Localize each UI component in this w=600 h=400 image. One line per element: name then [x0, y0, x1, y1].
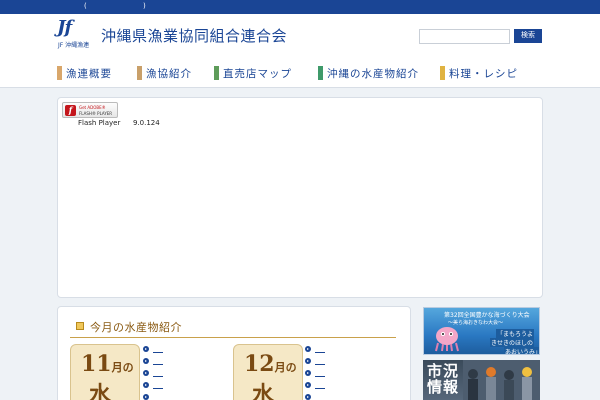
nav-marker-icon	[137, 66, 142, 80]
global-nav: 漁連概要 漁協紹介 直売店マップ 沖縄の水産物紹介 料理・レシピ	[0, 60, 600, 88]
november-links	[143, 345, 173, 400]
arrow-bullet-icon	[305, 394, 311, 400]
arrow-bullet-icon	[143, 394, 149, 400]
banner-slogan-3: あおいうみ」	[504, 347, 539, 354]
logo-mark: Jf	[57, 17, 72, 38]
link-text	[153, 388, 163, 389]
section-title: 今月の水産物紹介	[90, 321, 182, 334]
flash-content-area	[57, 97, 543, 298]
market-info-banner[interactable]: 市況情報	[423, 360, 540, 400]
flash-badge-line1: Get ADOBE®	[79, 105, 106, 110]
list-item[interactable]	[305, 369, 335, 379]
link-text	[153, 352, 163, 353]
flash-badge-line2: FLASH® PLAYER	[79, 111, 113, 116]
arrow-bullet-icon	[143, 346, 149, 352]
top-bar-text-right: )	[143, 2, 146, 10]
link-text	[315, 364, 325, 365]
logo-subtitle: JF 沖縄漁連	[58, 42, 90, 49]
card-kanji: 水	[89, 382, 112, 400]
december-links	[305, 345, 335, 400]
banner-subtitle: 〜美ら海おきなわ大会〜	[448, 320, 504, 326]
seafood-card-november[interactable]: 11月の 水	[70, 344, 140, 400]
jf-logo[interactable]: Jf JF 沖縄漁連	[57, 19, 99, 53]
flash-logo-icon: f	[65, 105, 76, 116]
nav-marker-icon	[318, 66, 323, 80]
list-item[interactable]	[305, 345, 335, 355]
link-text	[315, 388, 325, 389]
flash-player-label: Flash Player	[78, 119, 121, 127]
search-button[interactable]: 検索	[514, 29, 542, 43]
card-kanji: 水	[252, 382, 275, 400]
arrow-bullet-icon	[143, 382, 149, 388]
nav-marker-icon	[214, 66, 219, 80]
arrow-bullet-icon	[305, 346, 311, 352]
list-item[interactable]	[143, 369, 173, 379]
search-input[interactable]	[419, 29, 510, 44]
site-title[interactable]: 沖縄県漁業協同組合連合会	[101, 25, 287, 46]
card-month: 11月の	[81, 351, 134, 377]
nav-item-recipes[interactable]: 料理・レシピ	[440, 65, 518, 81]
list-item[interactable]	[305, 357, 335, 367]
nav-item-cooperatives[interactable]: 漁協紹介	[137, 65, 192, 81]
nav-item-label: 漁連概要	[66, 67, 112, 80]
card-month: 12月の	[244, 351, 297, 377]
nav-item-label: 沖縄の水産物紹介	[327, 67, 419, 80]
flash-player-version: 9.0.124	[133, 119, 160, 127]
list-item[interactable]	[305, 381, 335, 391]
link-text	[315, 376, 325, 377]
link-text	[315, 352, 325, 353]
banner-slogan-1: 「まもろうよ	[496, 329, 535, 338]
arrow-bullet-icon	[143, 358, 149, 364]
link-text	[153, 364, 163, 365]
list-item[interactable]	[305, 393, 335, 400]
banner-title: 市況情報	[427, 362, 460, 396]
seafood-card-december[interactable]: 12月の 水	[233, 344, 303, 400]
arrow-bullet-icon	[143, 370, 149, 376]
banner-slogan-2: きせきのほしの	[490, 338, 535, 347]
get-flash-player-button[interactable]: f Get ADOBE® FLASH® PLAYER	[62, 102, 118, 118]
nav-item-label: 漁協紹介	[146, 67, 192, 80]
top-bar-text-left: (	[84, 2, 87, 10]
nav-item-store-map[interactable]: 直売店マップ	[214, 65, 292, 81]
list-item[interactable]	[143, 393, 173, 400]
nav-item-label: 直売店マップ	[223, 67, 292, 80]
arrow-bullet-icon	[305, 358, 311, 364]
list-item[interactable]	[143, 357, 173, 367]
nav-item-label: 料理・レシピ	[449, 67, 518, 80]
nav-item-overview[interactable]: 漁連概要	[57, 65, 112, 81]
sea-festival-banner[interactable]: 第32回全国豊かな海づくり大会 〜美ら海おきなわ大会〜 「まもろうよ きせきのほ…	[423, 307, 540, 355]
link-text	[153, 376, 163, 377]
section-divider	[70, 337, 396, 338]
market-crowd-photo	[463, 360, 540, 400]
square-bullet-icon	[76, 322, 84, 330]
nav-marker-icon	[440, 66, 445, 80]
sea-creature-icon	[435, 327, 459, 352]
top-bar: ( )	[0, 0, 600, 14]
banner-title: 第32回全国豊かな海づくり大会	[444, 312, 530, 319]
list-item[interactable]	[143, 381, 173, 391]
nav-item-seafood[interactable]: 沖縄の水産物紹介	[318, 65, 419, 81]
arrow-bullet-icon	[305, 382, 311, 388]
list-item[interactable]	[143, 345, 173, 355]
nav-marker-icon	[57, 66, 62, 80]
arrow-bullet-icon	[305, 370, 311, 376]
